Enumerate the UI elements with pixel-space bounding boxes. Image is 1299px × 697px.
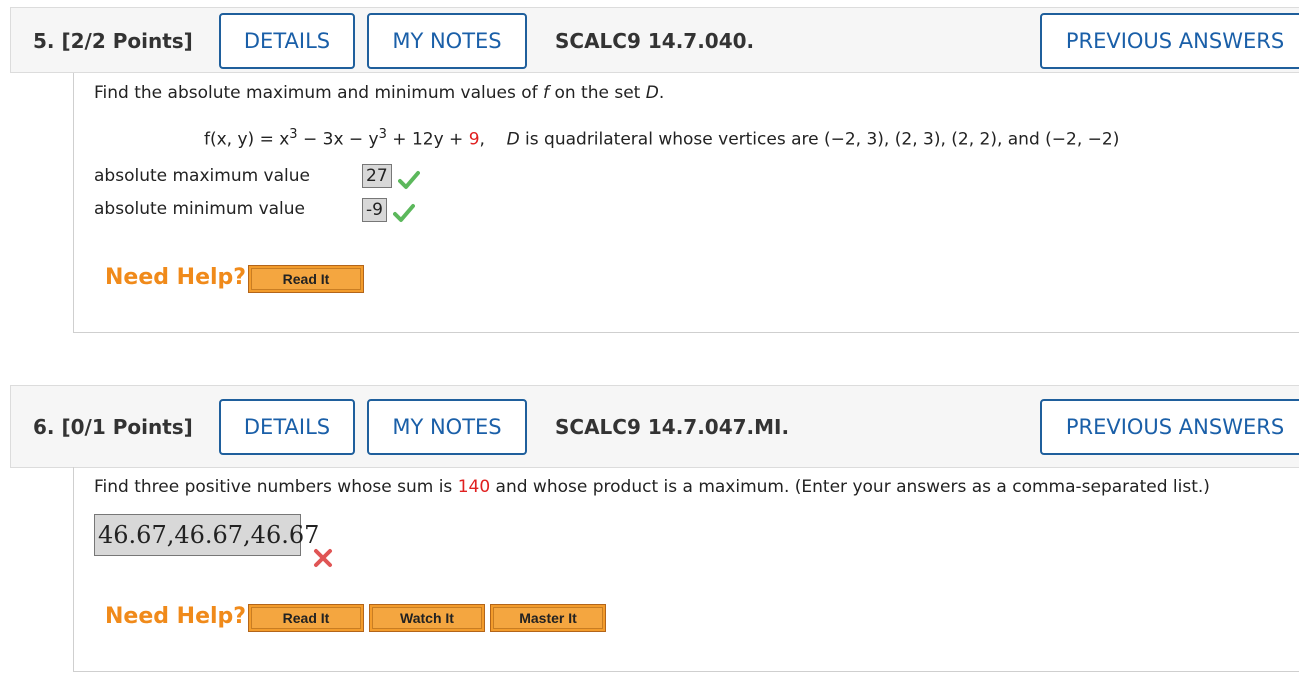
question-code: SCALC9 14.7.047.MI. [555, 415, 790, 439]
highlighted-sum: 140 [457, 477, 491, 497]
master-it-button[interactable]: Master It [490, 604, 606, 632]
min-value-label: absolute minimum value [94, 199, 306, 219]
question-6-body [73, 467, 1299, 672]
question-6-header: 6. [0/1 Points] DETAILS MY NOTES SCALC9 … [10, 385, 1299, 468]
my-notes-button[interactable]: MY NOTES [367, 13, 527, 69]
points-label: [0/1 Points] [61, 415, 193, 439]
question-number-label: 5. [33, 29, 55, 53]
question-prompt: Find three positive numbers whose sum is… [94, 477, 1210, 497]
read-it-button[interactable]: Read It [248, 604, 364, 632]
question-prompt: Find the absolute maximum and minimum va… [94, 83, 665, 103]
details-button[interactable]: DETAILS [219, 13, 355, 69]
highlighted-constant: 9 [468, 129, 480, 150]
max-value-answer[interactable]: 27 [362, 164, 392, 188]
details-button[interactable]: DETAILS [219, 399, 355, 455]
read-it-label: Read It [251, 268, 361, 290]
correct-check-icon [393, 204, 415, 222]
question-number: 6. [0/1 Points] [33, 394, 193, 460]
need-help-label: Need Help? [105, 265, 247, 290]
watch-it-button[interactable]: Watch It [369, 604, 485, 632]
correct-check-icon [398, 171, 420, 189]
read-it-label: Read It [251, 607, 361, 629]
max-value-label: absolute maximum value [94, 166, 310, 186]
need-help-label: Need Help? [105, 604, 247, 629]
min-value-answer[interactable]: -9 [362, 198, 387, 222]
incorrect-x-icon [314, 549, 332, 567]
points-label: [2/2 Points] [61, 29, 193, 53]
watch-it-label: Watch It [372, 607, 482, 629]
function-formula: f(x, y) = x3 − 3x − y3 + 12y + 9, D is q… [204, 127, 1120, 150]
question-number: 5. [2/2 Points] [33, 8, 193, 74]
master-it-label: Master It [493, 607, 603, 629]
read-it-button[interactable]: Read It [248, 265, 364, 293]
previous-answers-button[interactable]: PREVIOUS ANSWERS [1040, 13, 1299, 69]
answer-input[interactable]: 46.67,46.67,46.67 [94, 514, 319, 556]
question-code: SCALC9 14.7.040. [555, 29, 755, 53]
previous-answers-button[interactable]: PREVIOUS ANSWERS [1040, 399, 1299, 455]
question-number-label: 6. [33, 415, 55, 439]
question-5-header: 5. [2/2 Points] DETAILS MY NOTES SCALC9 … [10, 7, 1299, 73]
my-notes-button[interactable]: MY NOTES [367, 399, 527, 455]
